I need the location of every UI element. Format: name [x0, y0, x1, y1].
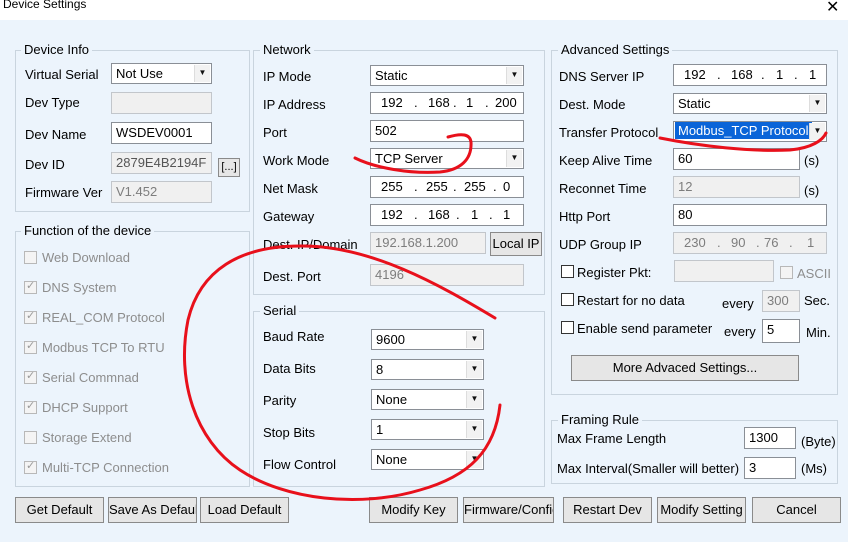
annotation-serial-circle: [183, 244, 502, 502]
annotation-port-workmode-loop: [353, 133, 473, 174]
red-annotation-overlay: [183, 131, 828, 502]
annotation-transfer-protocol-underline: [658, 131, 828, 152]
